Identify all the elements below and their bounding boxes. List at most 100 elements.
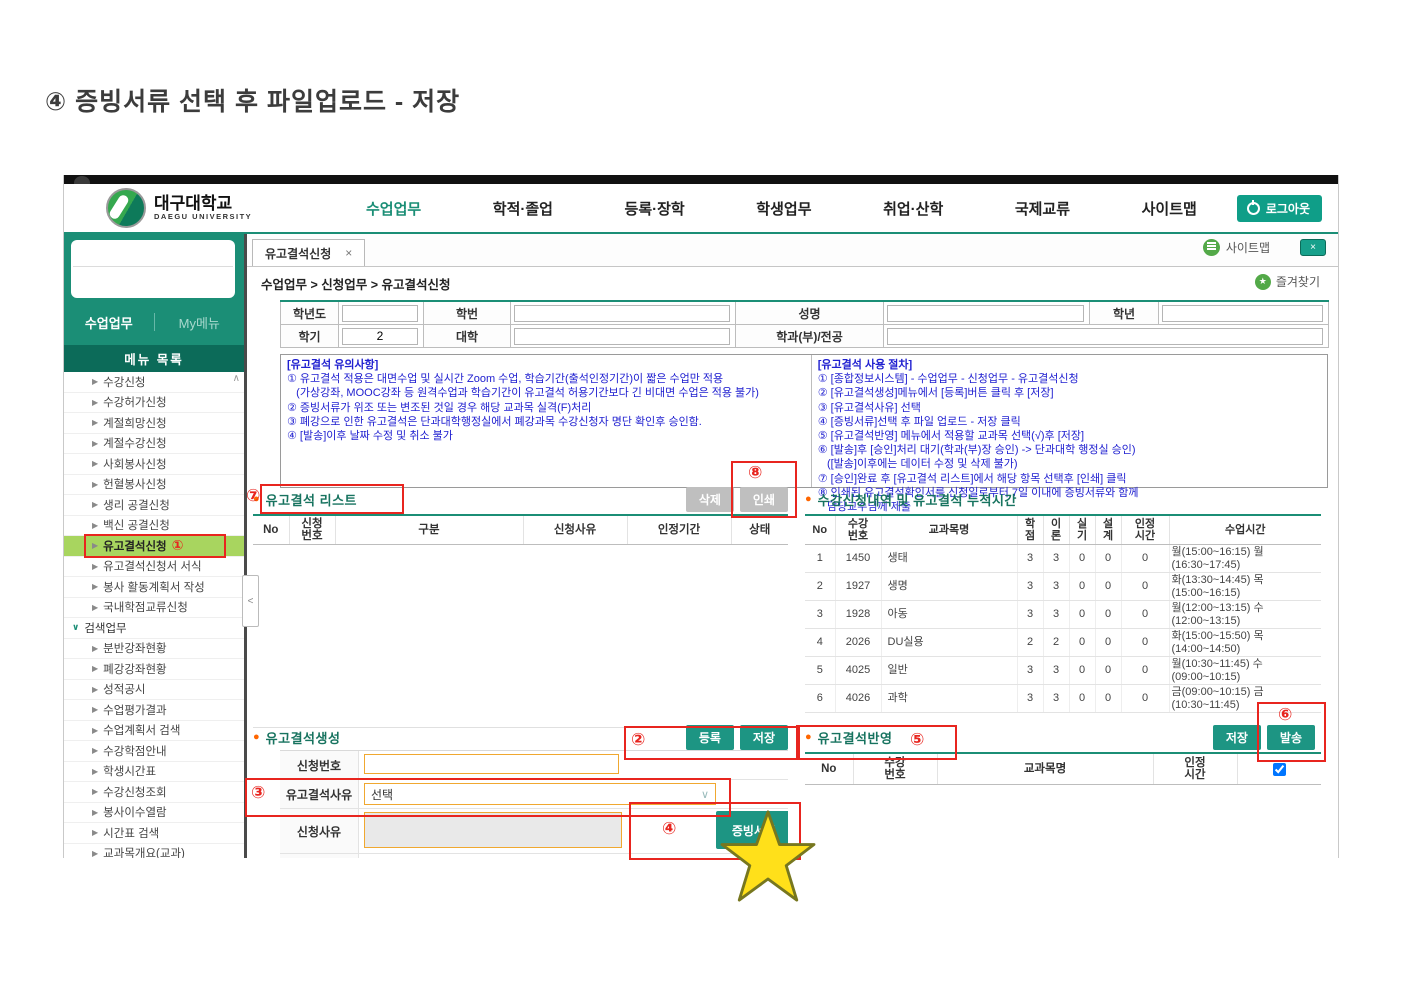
absence-create-header: ● 유고결석생성 등록 저장: [253, 724, 788, 750]
table-cell: 2: [1017, 629, 1043, 657]
grade-input[interactable]: [1162, 305, 1323, 322]
apply-save-button[interactable]: 저장: [1213, 725, 1261, 750]
sidebar-item[interactable]: ▶봉사이수열람: [64, 803, 244, 824]
sidebar-item[interactable]: ▶수강학점안내: [64, 741, 244, 762]
sidebar-item[interactable]: ▶사회봉사신청: [64, 454, 244, 475]
section-bullet-icon: ●: [805, 493, 812, 505]
chevron-right-icon: ▶: [92, 746, 98, 755]
table-row[interactable]: 11450생태33000월(15:00~16:15) 월(16:30~17:45…: [805, 545, 1321, 573]
sidebar-item-label: 폐강강좌현황: [103, 661, 166, 677]
sidebar-item[interactable]: ▶수강신청: [64, 372, 244, 393]
sidebar-item[interactable]: ▶헌혈봉사신청: [64, 475, 244, 496]
university-logo-icon: [106, 188, 146, 228]
create-save-button[interactable]: 저장: [740, 725, 788, 750]
sidebar-tab-work[interactable]: 수업업무: [64, 313, 154, 332]
studentid-input[interactable]: [514, 305, 730, 322]
table-row[interactable]: 64026과학33000금(09:00~10:15) 금(10:30~11:45…: [805, 685, 1321, 713]
delete-button[interactable]: 삭제: [686, 487, 734, 512]
sidebar-item[interactable]: ▶시간표 검색: [64, 823, 244, 844]
sidebar-item[interactable]: ▶백신 공결신청: [64, 516, 244, 537]
sidebar-item[interactable]: ▶유고결석신청①: [64, 536, 244, 557]
sidebar-item-label: 유고결석신청: [103, 538, 166, 554]
sidebar-item[interactable]: ▶학생시간표: [64, 762, 244, 783]
sidebar-item[interactable]: ▶교과목개요(교과): [64, 844, 244, 859]
table-row[interactable]: 21927생명33000화(13:30~14:45) 목(15:00~16:15…: [805, 573, 1321, 601]
sidebar-item[interactable]: ▶국내학점교류신청: [64, 598, 244, 619]
column-header: 신청 번호: [289, 515, 335, 545]
user-info-divider: [73, 266, 233, 267]
period-start-input[interactable]: ▦: [364, 858, 464, 859]
sidebar-item[interactable]: ▶분반강좌현황: [64, 639, 244, 660]
tab-strip-right: 사이트맵 ×: [1203, 239, 1326, 256]
breadcrumb-row: 수업업무 > 신청업무 > 유고결석신청 ★ 즐겨찾기: [247, 266, 1338, 296]
close-all-tabs-icon[interactable]: ×: [1300, 239, 1326, 256]
sitemap-button[interactable]: 사이트맵: [1203, 239, 1270, 256]
reason-textarea[interactable]: [364, 812, 622, 848]
name-input[interactable]: [887, 305, 1084, 322]
period-end-input[interactable]: ▦: [508, 858, 608, 859]
sidebar-item[interactable]: ∨검색업무: [64, 618, 244, 639]
sidebar-item-label: 봉사이수열람: [103, 804, 166, 820]
reason-type-select[interactable]: 선택 ∨: [364, 783, 716, 805]
absence-create-form: 신청번호 유고결석사유 선택 ∨ 신청사유: [280, 750, 788, 858]
sidebar-item[interactable]: ▶수강허가신청: [64, 393, 244, 414]
semester-input[interactable]: [342, 328, 418, 345]
sidebar-item[interactable]: ▶유고결석신청서 서식: [64, 557, 244, 578]
sidebar-item[interactable]: ▶봉사 활동계획서 작성: [64, 577, 244, 598]
sidebar-item[interactable]: ▶계절수강신청: [64, 434, 244, 455]
app-window: 대구대학교 DAEGU UNIVERSITY 수업업무학적·졸업등록·장학학생업…: [63, 175, 1339, 858]
notice-line: ⑦ [승인]완료 후 [유고결석 리스트]에서 해당 항목 선택후 [인쇄] 클…: [818, 472, 1321, 486]
table-cell: 1450: [835, 545, 881, 573]
table-row[interactable]: 42026DU실용22000화(15:00~15:50) 목(14:00~14:…: [805, 629, 1321, 657]
notice-line: ④ [발송]이후 날짜 수정 및 취소 불가: [287, 429, 805, 443]
user-info-box: [71, 240, 235, 298]
sidebar-item[interactable]: ▶생리 공결신청: [64, 495, 244, 516]
table-cell: 생태: [881, 545, 1017, 573]
scroll-up-icon[interactable]: ∧: [233, 373, 240, 384]
notice-line: ⑤ [유고결석반영] 메뉴에서 적용할 교과목 선택(√)후 [저장]: [818, 429, 1321, 443]
nav-item-5[interactable]: 국제교류: [1015, 198, 1070, 219]
sidebar-item[interactable]: ▶수업평가결과: [64, 700, 244, 721]
sidebar-item[interactable]: ▶성적공시: [64, 680, 244, 701]
sidebar-item-label: 국내학점교류신청: [103, 599, 188, 615]
table-cell: DU실용: [881, 629, 1017, 657]
year-input[interactable]: [342, 305, 418, 322]
logout-button[interactable]: 로그아웃: [1237, 195, 1322, 222]
power-icon: [1247, 202, 1260, 215]
nav-item-2[interactable]: 등록·장학: [625, 198, 685, 219]
dept-input[interactable]: [887, 328, 1323, 345]
select-all-checkbox[interactable]: [1273, 763, 1286, 776]
enrollment-section: ● 수강신청내역 및 유고결석 누적시간 No수강 번호교과목명학 점이 론실 …: [805, 486, 1321, 713]
table-row[interactable]: 31928아동33000월(12:00~13:15) 수(12:00~13:15…: [805, 601, 1321, 629]
apply-no-input[interactable]: [364, 754, 619, 774]
sidebar-item[interactable]: ▶수강신청조회: [64, 782, 244, 803]
nav-item-1[interactable]: 학적·졸업: [493, 198, 553, 219]
sidebar-item-label: 교과목개요(교과): [103, 845, 185, 858]
college-input[interactable]: [514, 328, 730, 345]
collapse-handle[interactable]: <: [242, 575, 259, 627]
absence-list-title: 유고결석 리스트: [266, 490, 357, 509]
page-tab[interactable]: 유고결석신청 ×: [252, 239, 365, 266]
sidebar-item[interactable]: ▶폐강강좌현황: [64, 659, 244, 680]
close-icon[interactable]: ×: [345, 246, 352, 260]
sidebar-tab-mymenu[interactable]: My메뉴: [155, 313, 245, 332]
sidebar-item[interactable]: ▶수업계획서 검색: [64, 721, 244, 742]
sidebar-item[interactable]: ▶계절희망신청: [64, 413, 244, 434]
send-button[interactable]: 발송: [1267, 725, 1315, 750]
table-cell: 월(12:00~13:15) 수(12:00~13:15): [1169, 601, 1321, 629]
sidebar-item-label: 계절수강신청: [103, 435, 166, 451]
nav-item-4[interactable]: 취업·산학: [883, 198, 943, 219]
print-button[interactable]: 인쇄: [740, 487, 788, 512]
table-row[interactable]: 54025일반33000월(10:30~11:45) 수(09:00~10:15…: [805, 657, 1321, 685]
table-cell: 0: [1121, 685, 1169, 713]
nav-item-3[interactable]: 학생업무: [756, 198, 811, 219]
nav-item-0[interactable]: 수업업무: [366, 198, 421, 219]
register-button[interactable]: 등록: [686, 725, 734, 750]
sidebar-item-label: 수강허가신청: [103, 394, 166, 410]
evidence-button[interactable]: 증빙서류: [716, 811, 788, 849]
table-cell: 0: [1069, 573, 1095, 601]
nav-item-6[interactable]: 사이트맵: [1142, 198, 1197, 219]
favorite-button[interactable]: ★ 즐겨찾기: [1255, 273, 1320, 290]
column-header: No: [253, 515, 289, 545]
page: ④ 증빙서류 선택 후 파일업로드 - 저장 대구대학교 DAEGU UNIVE…: [0, 0, 1403, 992]
